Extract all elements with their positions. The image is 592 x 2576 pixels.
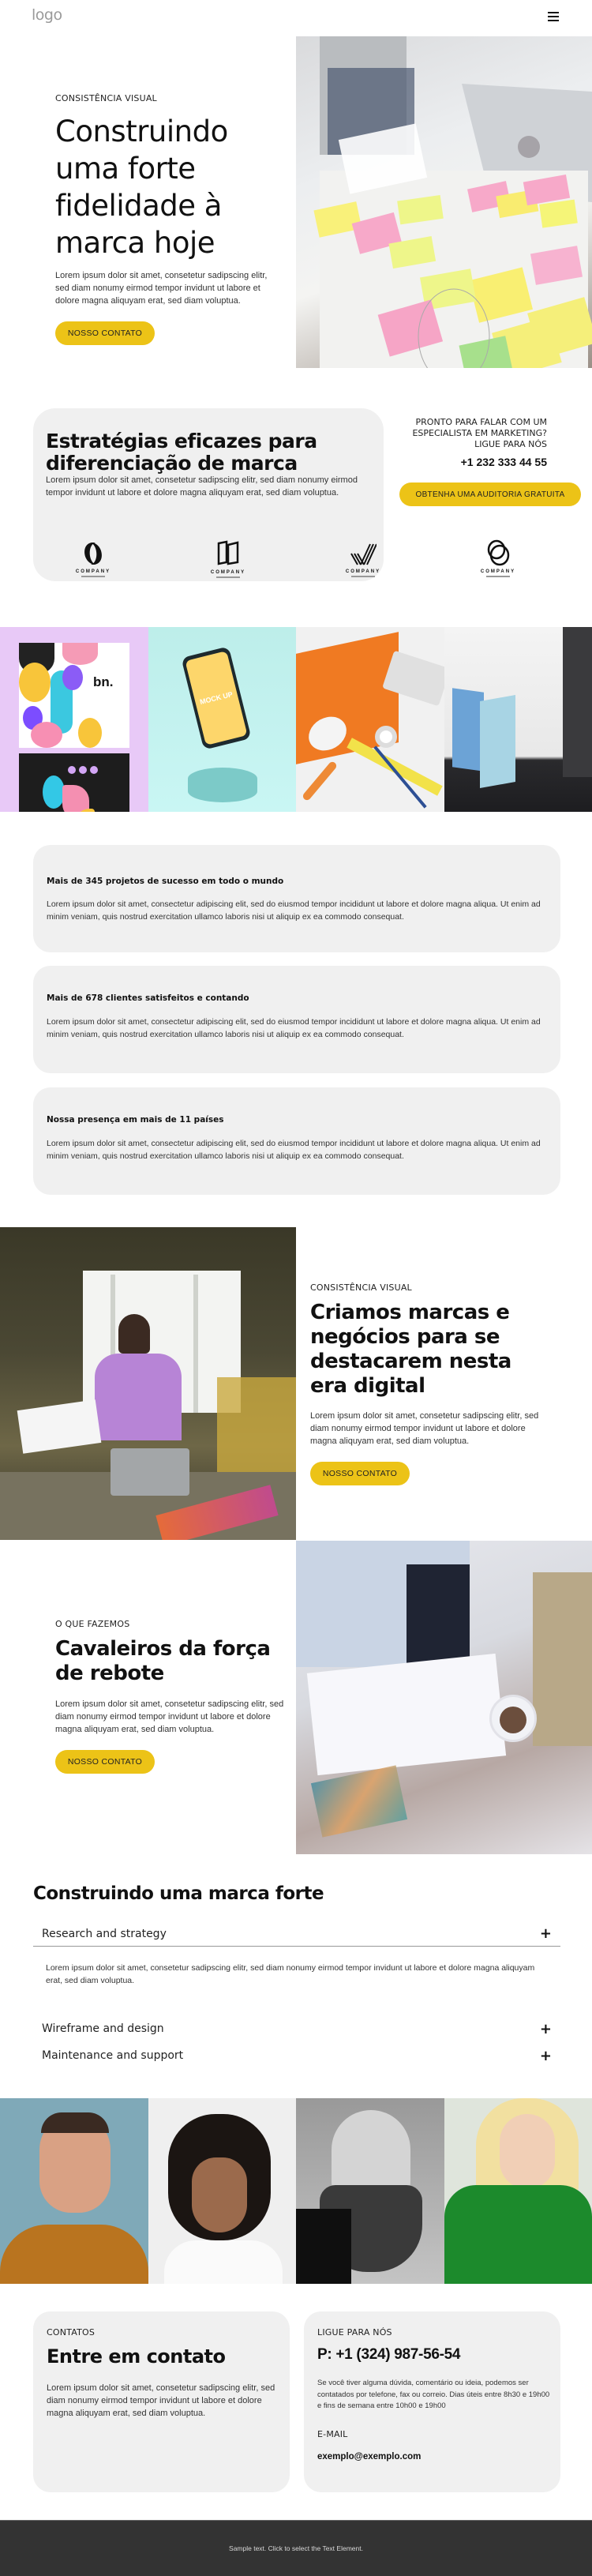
logo-caption: COMPANY — [75, 569, 111, 574]
strategy-body: Lorem ipsum dolor sit amet, consetetur s… — [46, 475, 358, 498]
gallery-image-paper-cards — [444, 627, 592, 812]
whatwedo-image — [296, 1541, 592, 1854]
stat-body: Lorem ipsum dolor sit amet, consectetur … — [47, 1139, 541, 1161]
team-portrait — [296, 2098, 444, 2284]
stat-card: Nossa presença em mais de 11 países Lore… — [33, 1087, 560, 1195]
accordion-item-label: Maintenance and support — [42, 2049, 184, 2062]
hero-image — [296, 36, 592, 368]
brands-eyebrow: CONSISTÊNCIA VISUAL — [310, 1282, 412, 1293]
call-phone[interactable]: P: +1 (324) 987-56-54 — [317, 2346, 460, 2364]
accordion-item-wireframe[interactable]: Wireframe and design + — [33, 2019, 560, 2038]
stat-card: Mais de 678 clientes satisfeitos e conta… — [33, 966, 560, 1073]
company-logo-o-icon — [84, 543, 102, 565]
hero-contact-button[interactable]: NOSSO CONTATO — [55, 321, 155, 345]
logo-tagline — [216, 576, 240, 578]
hero-eyebrow: CONSISTÊNCIA VISUAL — [55, 93, 157, 103]
brands-title: Criamos marcas e negócios para se destac… — [310, 1301, 511, 1398]
accordion-item-maintenance[interactable]: Maintenance and support + — [33, 2046, 560, 2065]
whatwedo-title: Cavaleiros da força de rebote — [55, 1637, 271, 1685]
accordion-title: Construindo uma marca forte — [33, 1883, 324, 1904]
company-logo-book-icon — [217, 540, 239, 565]
plus-icon[interactable]: + — [540, 1925, 552, 1942]
logo-tagline — [486, 576, 510, 577]
free-audit-button[interactable]: OBTENHA UMA AUDITORIA GRATUITA — [399, 483, 581, 506]
hero-title-line: uma forte — [55, 152, 196, 186]
stat-body: Lorem ipsum dolor sit amet, consectetur … — [47, 899, 541, 922]
company-logo-check-icon — [350, 543, 377, 565]
gallery-strip: bn. MOCK UP — [0, 627, 592, 812]
logo-caption: COMPANY — [480, 569, 516, 574]
gallery-image-stationery — [296, 627, 444, 812]
brands-body: Lorem ipsum dolor sit amet, consetetur s… — [310, 1411, 539, 1446]
logo-caption: COMPANY — [345, 569, 381, 574]
team-portrait — [0, 2098, 148, 2284]
whatwedo-body: Lorem ipsum dolor sit amet, consetetur s… — [55, 1699, 284, 1734]
accordion-item-research[interactable]: Research and strategy + — [33, 1921, 560, 1947]
hero-title-line: fidelidade à — [55, 189, 222, 223]
plus-icon[interactable]: + — [540, 2021, 552, 2037]
logo-caption: COMPANY — [210, 570, 246, 575]
client-logos-row: COMPANY COMPANY COMPANY COMPANY — [0, 539, 592, 596]
team-strip — [0, 2098, 592, 2284]
strategy-cta-prompt: PRONTO PARA FALAR COM UM ESPECIALISTA EM… — [379, 417, 547, 450]
cta-prompt-line: ESPECIALISTA EM MARKETING? — [412, 428, 547, 438]
plus-icon[interactable]: + — [540, 2048, 552, 2064]
stat-card: Mais de 345 projetos de sucesso em todo … — [33, 845, 560, 952]
company-logo-rings-icon — [487, 539, 510, 566]
accordion-item-label: Research and strategy — [42, 1927, 167, 1940]
gallery-image-phone-mockup: MOCK UP — [148, 627, 296, 812]
call-card: LIGUE PARA NÓS P: +1 (324) 987-56-54 Se … — [304, 2311, 560, 2492]
whatwedo-eyebrow: O QUE FAZEMOS — [55, 1619, 130, 1629]
strategy-title: Estratégias eficazes para diferenciação … — [46, 430, 317, 475]
stat-title: Mais de 345 projetos de sucesso em todo … — [47, 877, 284, 886]
hero-body: Lorem ipsum dolor sit amet, consetetur s… — [55, 271, 268, 306]
hero-image-illustration — [313, 36, 592, 368]
call-eyebrow: LIGUE PARA NÓS — [317, 2327, 392, 2338]
contact-eyebrow: CONTATOS — [47, 2327, 96, 2338]
client-logo: COMPANY — [204, 539, 252, 578]
accordion-item-label: Wireframe and design — [42, 2022, 164, 2035]
email-link[interactable]: exemplo@exemplo.com — [317, 2452, 421, 2461]
team-portrait — [148, 2098, 296, 2284]
business-card-brand: bn. — [93, 674, 114, 689]
hero-title: Construindo uma forte fidelidade à marca… — [55, 113, 228, 261]
brands-image — [0, 1227, 296, 1540]
site-footer: Sample text. Click to select the Text El… — [0, 2520, 592, 2576]
accordion-item-body: Lorem ipsum dolor sit amet, consetetur s… — [46, 1963, 535, 1985]
brands-contact-button[interactable]: NOSSO CONTATO — [310, 1462, 410, 1485]
cta-prompt-line: LIGUE PARA NÓS — [474, 439, 547, 449]
strategy-phone[interactable]: +1 232 333 44 55 — [395, 456, 547, 468]
call-body: Se você tiver alguma dúvida, comentário … — [317, 2379, 550, 2410]
whatwedo-contact-button[interactable]: NOSSO CONTATO — [55, 1750, 155, 1774]
team-portrait — [444, 2098, 592, 2284]
stat-title: Mais de 678 clientes satisfeitos e conta… — [47, 993, 249, 1003]
email-label: E-MAIL — [317, 2429, 348, 2439]
logo-tagline — [351, 576, 375, 577]
contact-title: Entre em contato — [47, 2345, 226, 2368]
client-logo: COMPANY — [474, 539, 522, 577]
phone-screen: MOCK UP — [185, 651, 248, 745]
contact-body: Lorem ipsum dolor sit amet, consetetur s… — [47, 2383, 275, 2418]
footer-text[interactable]: Sample text. Click to select the Text El… — [0, 2544, 592, 2552]
cta-prompt-line: PRONTO PARA FALAR COM UM — [415, 417, 547, 427]
logo-tagline — [81, 576, 105, 577]
gallery-image-business-cards: bn. — [0, 627, 148, 812]
hero-title-line: marca hoje — [55, 226, 215, 260]
client-logo: COMPANY — [69, 541, 117, 577]
hamburger-menu-icon[interactable] — [548, 12, 559, 21]
contact-card: CONTATOS Entre em contato Lorem ipsum do… — [33, 2311, 290, 2492]
stat-body: Lorem ipsum dolor sit amet, consectetur … — [47, 1017, 541, 1039]
hero-title-line: Construindo — [55, 115, 228, 148]
client-logo: COMPANY — [339, 543, 387, 577]
stat-title: Nossa presença em mais de 11 países — [47, 1115, 224, 1125]
site-logo[interactable]: logo — [32, 6, 62, 24]
